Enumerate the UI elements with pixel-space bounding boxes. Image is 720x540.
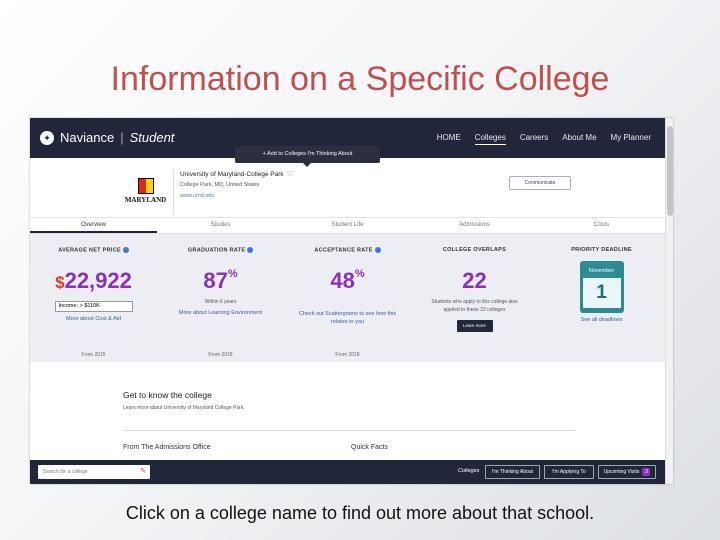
divider: [123, 430, 575, 431]
search-icon[interactable]: ✎: [140, 465, 146, 479]
know-sub: Learn more about University of Maryland …: [123, 405, 245, 411]
brand-name: Naviance: [60, 130, 115, 145]
info-icon[interactable]: [374, 247, 381, 253]
stat-value: $22,922: [30, 268, 157, 294]
stat-graduation-rate: GRADUATION RATE 87% Within 6 years More …: [157, 234, 284, 362]
stat-value: 22: [462, 268, 487, 293]
communicate-button[interactable]: Communicate: [509, 176, 571, 190]
visits-count-badge: 3: [642, 468, 651, 476]
slide-caption: Click on a college name to find out more…: [125, 503, 595, 523]
college-search-input[interactable]: Search for a college ✎: [38, 465, 150, 479]
stat-value: 48%: [284, 268, 411, 294]
know-title: Get to know the college: [123, 390, 212, 400]
stats-panel: AVERAGE NET PRICE $22,922 Income: > $110…: [30, 234, 665, 362]
stat-from: From 2018: [208, 352, 233, 358]
tab-studies[interactable]: Studies: [157, 218, 284, 233]
nav-my-planner[interactable]: My Planner: [611, 133, 651, 145]
thinking-about-button[interactable]: I'm Thinking About: [485, 465, 540, 479]
logo-text: MARYLAND: [124, 196, 167, 204]
learn-more-button[interactable]: Learn more: [456, 320, 493, 332]
income-select[interactable]: Income: > $110K: [54, 301, 133, 313]
college-header: MARYLAND University of Maryland-College …: [30, 158, 665, 218]
scrollbar[interactable]: [665, 118, 673, 484]
search-placeholder: Search for a college: [43, 469, 88, 475]
percent-unit: %: [227, 268, 238, 281]
net-price-value: 22,922: [64, 268, 132, 294]
tab-student-life[interactable]: Student Life: [284, 218, 411, 233]
heart-icon[interactable]: ♡: [287, 171, 293, 178]
stat-label: GRADUATION RATE: [157, 247, 284, 253]
colleges-label: Colleges: [458, 468, 480, 474]
college-location: College Park, MD, United States: [180, 182, 260, 188]
maryland-shield-icon: [137, 178, 154, 194]
stat-acceptance-rate: ACCEPTANCE RATE 48% Check out Scattergra…: [284, 234, 411, 362]
quick-facts-heading: Quick Facts: [351, 444, 388, 451]
nav-colleges[interactable]: Colleges: [474, 133, 506, 145]
slide-title: Information on a Specific College: [110, 60, 610, 98]
graduation-value: 87: [203, 268, 228, 294]
overlaps-sub: Students who apply to this college also …: [431, 299, 518, 313]
percent-unit: %: [354, 268, 365, 281]
learning-env-link[interactable]: More about Learning Environment: [157, 309, 284, 317]
calendar-month: November: [588, 268, 615, 274]
calendar-day: 1: [582, 278, 621, 308]
nav-about-me[interactable]: About Me: [562, 133, 596, 145]
stat-label: COLLEGE OVERLAPS: [442, 247, 507, 253]
college-logo: MARYLAND: [118, 170, 174, 214]
stat-priority-deadline: PRIORITY DEADLINE November 1 See all dea…: [538, 234, 665, 362]
scattergrams-link[interactable]: Check out Scattergrams to see how this r…: [284, 310, 411, 326]
calendar-icon: November 1: [579, 261, 624, 313]
stat-college-overlaps: COLLEGE OVERLAPS 22 Students who apply t…: [411, 234, 538, 362]
nav-careers[interactable]: Careers: [520, 133, 548, 145]
college-name: University of Maryland-College Park ♡: [180, 170, 293, 178]
main-content: Get to know the college Learn more about…: [30, 362, 665, 462]
tab-costs[interactable]: Costs: [538, 218, 665, 233]
college-tabs: Overview Studies Student Life Admissions…: [30, 218, 665, 234]
stat-label: ACCEPTANCE RATE: [284, 247, 411, 253]
acceptance-value: 48: [330, 268, 355, 294]
college-url[interactable]: www.umd.edu: [180, 193, 215, 199]
cost-aid-link[interactable]: More about Cost & Aid: [30, 315, 157, 323]
applying-to-button[interactable]: I'm Applying To: [544, 465, 594, 479]
admissions-heading: From The Admissions Office: [123, 444, 211, 451]
tab-admissions[interactable]: Admissions: [411, 218, 538, 233]
nav-links: HOME Colleges Careers About Me My Planne…: [437, 133, 651, 145]
info-icon[interactable]: [247, 247, 254, 253]
scroll-thumb[interactable]: [667, 126, 673, 216]
info-icon[interactable]: [122, 247, 129, 253]
tab-overview[interactable]: Overview: [30, 218, 157, 233]
naviance-screenshot: ✦ Naviance | Student HOME Colleges Caree…: [30, 118, 673, 484]
stat-label: AVERAGE NET PRICE: [30, 247, 157, 253]
bottom-bar: Search for a college ✎ Colleges I'm Thin…: [30, 460, 665, 484]
stat-value: 87%: [157, 268, 284, 294]
stat-sub: Within 6 years: [204, 299, 237, 306]
stat-net-price: AVERAGE NET PRICE $22,922 Income: > $110…: [30, 234, 157, 362]
naviance-logo-icon: ✦: [40, 130, 54, 145]
college-name-text: University of Maryland-College Park: [180, 171, 284, 178]
currency-symbol: $: [55, 273, 65, 293]
brand-separator: |: [120, 130, 124, 145]
brand-sub: Student: [129, 130, 175, 145]
stat-label: PRIORITY DEADLINE: [571, 247, 632, 253]
deadlines-link[interactable]: See all deadlines: [538, 316, 665, 324]
add-to-list-tooltip: + Add to Colleges I'm Thinking About: [235, 146, 380, 167]
stat-from: From 2018: [335, 352, 360, 358]
upcoming-visits-button[interactable]: Upcoming Visits 3: [598, 465, 656, 479]
brand[interactable]: ✦ Naviance | Student: [40, 130, 174, 145]
stat-from: From 2015: [81, 352, 106, 358]
nav-home[interactable]: HOME: [437, 133, 461, 145]
